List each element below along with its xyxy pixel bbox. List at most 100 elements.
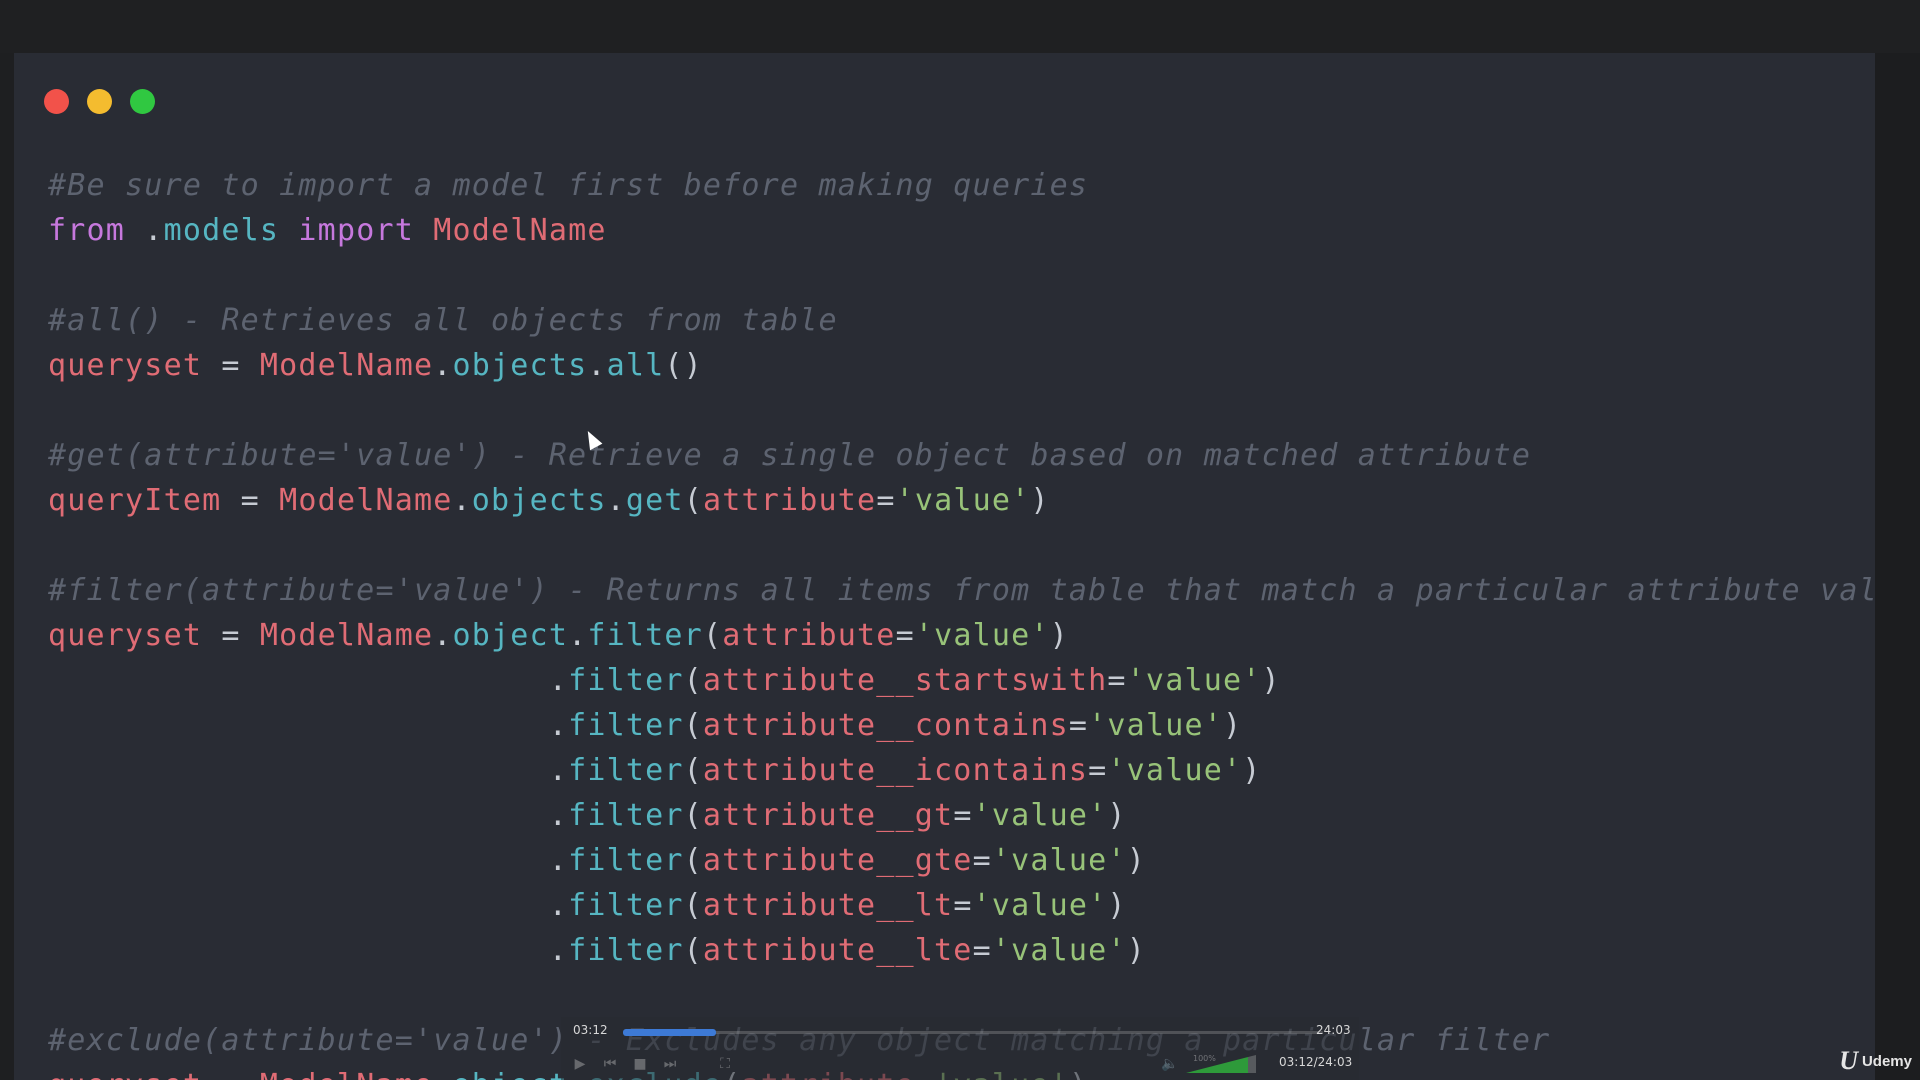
code-token: 'value' — [972, 888, 1108, 923]
udemy-mark-icon: U — [1839, 1046, 1858, 1075]
code-token: = — [895, 618, 915, 653]
code-line: .filter(attribute__lte='value') — [48, 928, 1868, 973]
code-token: attribute__lte — [702, 933, 973, 968]
code-token: objects — [452, 348, 588, 383]
progress-fill — [623, 1029, 717, 1036]
code-token: ModelName — [259, 618, 434, 653]
code-token: queryset — [48, 1068, 202, 1080]
code-token: attribute__startswith — [702, 663, 1108, 698]
code-token: . — [48, 708, 569, 743]
code-token: filter — [568, 843, 684, 878]
code-line: .filter(attribute__gt='value') — [48, 793, 1868, 838]
fullscreen-icon[interactable]: ⛶ — [716, 1055, 734, 1073]
code-token: = — [202, 348, 260, 383]
code-token: . — [568, 618, 588, 653]
code-token: models — [163, 213, 280, 248]
code-token: . — [433, 1068, 452, 1080]
code-token: #get(attribute='value') - Retrieve a sin… — [48, 438, 1532, 473]
code-token: = — [1107, 663, 1127, 698]
code-line: .filter(attribute__icontains='value') — [48, 748, 1868, 793]
code-line: .filter(attribute__gte='value') — [48, 838, 1868, 883]
code-token: ( — [683, 708, 703, 743]
code-token: . — [125, 213, 164, 248]
code-token: = — [972, 843, 992, 878]
code-token: = — [953, 888, 973, 923]
code-token: = — [221, 483, 280, 518]
code-token: = — [202, 618, 260, 653]
code-token: ) — [1223, 708, 1243, 743]
code-token: = — [202, 1068, 260, 1080]
code-token: . — [606, 483, 626, 518]
code-line: .filter(attribute__startswith='value') — [48, 658, 1868, 703]
total-time: 24:03 — [1316, 1023, 1351, 1037]
code-token: ) — [1126, 933, 1146, 968]
code-token: queryset — [48, 618, 203, 653]
maximize-window-button[interactable] — [130, 89, 155, 114]
speaker-icon[interactable]: 🔈 — [1161, 1055, 1179, 1073]
next-icon[interactable]: ⏭ — [661, 1055, 679, 1073]
udemy-wordmark: Udemy — [1861, 1052, 1912, 1070]
window-controls — [44, 89, 155, 114]
close-window-button[interactable] — [44, 89, 69, 114]
right-strip — [1875, 53, 1920, 1080]
code-token: attribute__icontains — [702, 753, 1089, 788]
code-token: ModelName — [433, 213, 607, 248]
code-token: 'value' — [1088, 708, 1223, 743]
code-token: ( — [683, 753, 703, 788]
code-line: queryset = ModelName.objects.all() — [48, 343, 1868, 388]
code-line: .filter(attribute__lt='value') — [48, 883, 1868, 928]
code-token: 'value' — [914, 618, 1050, 653]
volume-slider[interactable] — [1186, 1053, 1256, 1073]
code-token: get — [625, 483, 684, 518]
code-token: ) — [1107, 798, 1127, 833]
code-token: filter — [568, 933, 684, 968]
code-token: () — [664, 348, 703, 383]
minimize-window-button[interactable] — [87, 89, 112, 114]
code-token: 'value' — [1126, 663, 1262, 698]
code-token: ) — [1261, 663, 1281, 698]
code-token: . — [433, 618, 453, 653]
code-token: attribute — [722, 618, 896, 653]
code-token: 'value' — [895, 483, 1031, 518]
code-token: filter — [568, 708, 684, 743]
code-token: ( — [683, 483, 703, 518]
stop-icon[interactable]: ■ — [631, 1055, 649, 1073]
code-token: object — [453, 1068, 569, 1080]
code-line: from .models import ModelName — [48, 208, 1868, 253]
code-token: = — [972, 933, 992, 968]
code-token: . — [48, 888, 569, 923]
code-token: #filter(attribute='value') - Returns all… — [48, 573, 1875, 608]
top-bar — [0, 0, 1920, 53]
code-token: . — [452, 483, 472, 518]
video-player-controls: 03:12 24:03 ▶ ⏮ ■ ⏭ ⛶ 🔈 100% 03:12/24:03 — [561, 1017, 1359, 1080]
code-token: ) — [1242, 753, 1262, 788]
code-token: ) — [1030, 483, 1050, 518]
code-token: from — [48, 213, 126, 248]
code-token: 'value' — [991, 843, 1127, 878]
code-token: queryItem — [48, 483, 222, 518]
code-token: #all() - Retrieves all objects from tabl… — [48, 303, 838, 338]
code-token: . — [587, 348, 607, 383]
code-line: #all() - Retrieves all objects from tabl… — [48, 298, 1868, 343]
play-icon[interactable]: ▶ — [571, 1055, 589, 1073]
progress-track[interactable] — [623, 1029, 1323, 1036]
code-token: filter — [568, 888, 684, 923]
code-token: attribute__gte — [702, 843, 973, 878]
code-token: ModelName — [260, 1068, 433, 1080]
code-token: #Be sure to import a model first before … — [48, 168, 1089, 203]
code-line: queryItem = ModelName.objects.get(attrib… — [48, 478, 1868, 523]
code-token: = — [1068, 708, 1089, 743]
code-token: queryset — [48, 348, 203, 383]
code-token: ) — [1126, 843, 1146, 878]
code-token: import — [298, 213, 414, 248]
prev-icon[interactable]: ⏮ — [601, 1055, 619, 1073]
code-token: filter — [587, 618, 703, 653]
code-token: . — [48, 933, 569, 968]
code-token: = — [1088, 753, 1108, 788]
udemy-logo: U Udemy — [1839, 1046, 1912, 1076]
